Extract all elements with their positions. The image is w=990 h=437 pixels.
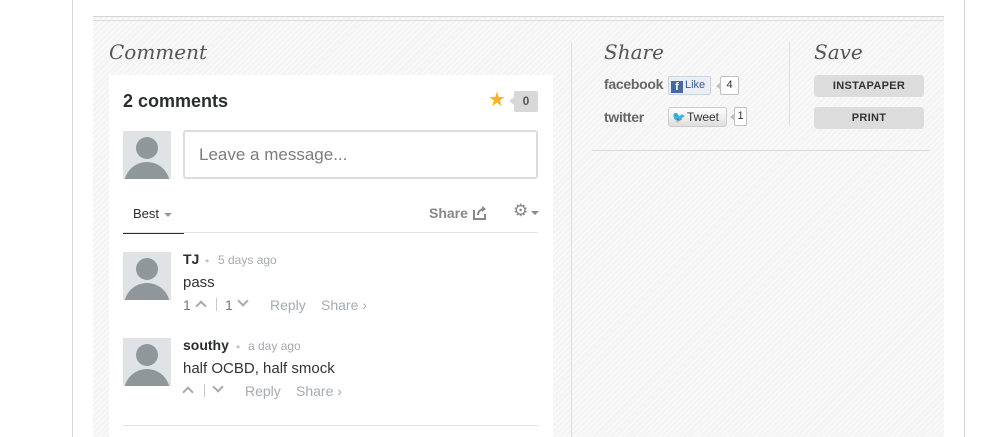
avatar-head [136, 344, 158, 366]
instapaper-button[interactable]: INSTAPAPER [814, 75, 924, 97]
star-icon[interactable]: ★ [488, 89, 506, 111]
vote-separator [204, 384, 205, 397]
comments-bottom-rule [123, 425, 538, 426]
vote-separator [216, 298, 217, 311]
like-label: Like [685, 79, 706, 91]
like-count-bubble: 4 [716, 76, 739, 95]
tweet-count-bubble: 1 [730, 107, 747, 126]
share-comment-link[interactable]: Share › [296, 383, 342, 399]
facebook-f-icon: f [671, 81, 683, 93]
facebook-like-button[interactable]: f Like [668, 76, 711, 95]
avatar-head [136, 137, 158, 159]
save-heading: Save [814, 40, 863, 64]
upvote-count: 1 [183, 297, 191, 313]
tweet-label: Tweet [687, 110, 720, 124]
current-user-avatar [123, 131, 171, 179]
reply-link[interactable]: Reply [270, 297, 306, 313]
comment-avatar-tj[interactable] [123, 252, 171, 300]
page-frame-left [72, 0, 73, 437]
share-heading: Share [604, 40, 664, 64]
gear-icon[interactable]: ⚙ [513, 201, 528, 221]
share-thread-button[interactable]: Share [429, 205, 468, 221]
comment-body: half OCBD, half smock [183, 360, 335, 377]
star-count-badge: 0 [509, 91, 538, 112]
share-comment-link[interactable]: Share › [321, 297, 367, 313]
comment-author[interactable]: TJ [183, 251, 199, 267]
tweet-button[interactable]: 🐦Tweet [668, 107, 727, 127]
comment-avatar-southy[interactable] [123, 338, 171, 386]
avatar-body [124, 283, 170, 300]
sort-bar-rule [123, 232, 538, 233]
share-section-rule [592, 150, 929, 151]
page-frame-right [964, 0, 965, 437]
twitter-bird-icon: 🐦 [672, 112, 686, 124]
comment-timestamp[interactable]: 5 days ago [218, 253, 277, 267]
comment-timestamp[interactable]: a day ago [248, 339, 301, 353]
gear-caret-icon[interactable] [531, 211, 539, 215]
avatar-head [136, 258, 158, 280]
comment-heading: Comment [109, 40, 208, 64]
column-divider [571, 42, 572, 437]
panel-top-rule [93, 20, 944, 21]
avatar-body [124, 162, 170, 179]
meta-separator: • [205, 254, 210, 268]
avatar-body [124, 369, 170, 386]
comment-count: 2 comments [123, 91, 229, 111]
save-column-divider [789, 42, 790, 126]
comment-author[interactable]: southy [183, 337, 229, 353]
reply-link[interactable]: Reply [245, 383, 281, 399]
comment-body: pass [183, 274, 215, 291]
print-button[interactable]: PRINT [814, 107, 924, 129]
caret-down-icon [164, 212, 173, 217]
facebook-wordmark: facebook [604, 76, 664, 92]
meta-separator: • [236, 340, 241, 354]
share-export-icon[interactable] [472, 205, 488, 221]
sort-best-tab[interactable]: Best [123, 202, 184, 234]
message-input[interactable] [183, 130, 538, 179]
twitter-wordmark: twitter [604, 109, 644, 125]
sort-best-label: Best [133, 206, 160, 221]
downvote-count: 1 [225, 297, 233, 313]
